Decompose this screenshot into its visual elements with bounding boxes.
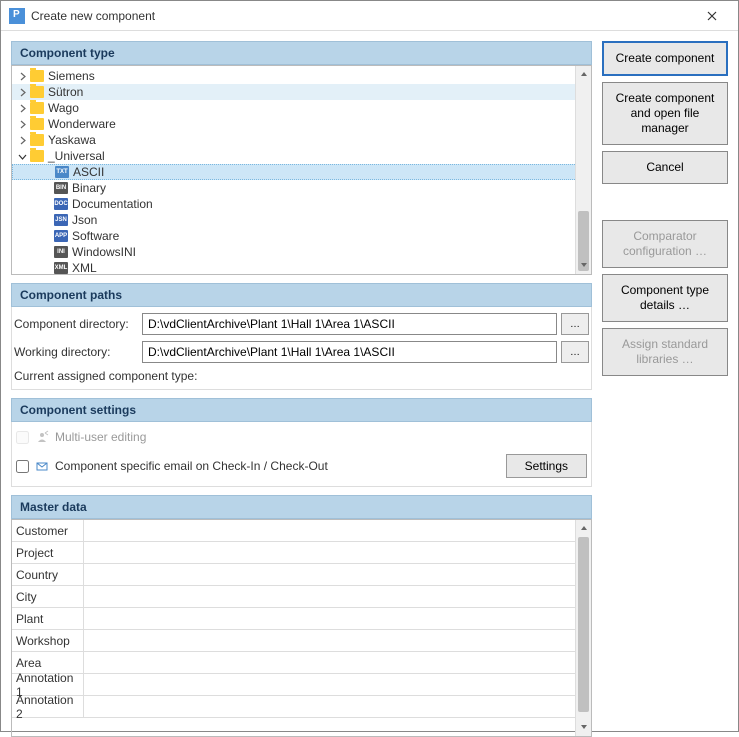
tree-item-ascii[interactable]: TXT ASCII [12,164,591,180]
component-details-button[interactable]: Component type details … [602,274,728,322]
master-field-label: City [12,586,84,607]
tree-label: Sütron [48,85,83,99]
tree-item-documentation[interactable]: DOC Documentation [12,196,591,212]
component-type-tree[interactable]: Siemens Sütron Wago Wonderware Yaskawa _Unive… [11,65,592,275]
file-type-icon: DOC [54,198,68,210]
tree-item-windowsini[interactable]: INI WindowsINI [12,244,591,260]
tree-label: Documentation [72,197,153,211]
folder-icon [30,150,44,162]
tree-item-binary[interactable]: BIN Binary [12,180,591,196]
tree-label: _Universal [48,149,105,163]
master-row-country[interactable]: Country [12,564,591,586]
working-directory-label: Working directory: [14,345,138,359]
section-header-component-type: Component type [11,41,592,65]
master-row-project[interactable]: Project [12,542,591,564]
folder-icon [30,118,44,130]
create-and-open-button[interactable]: Create component and open file manager [602,82,728,145]
tree-folder-sütron[interactable]: Sütron [12,84,591,100]
component-directory-label: Component directory: [14,317,138,331]
master-scrollbar[interactable] [575,520,591,736]
chevron-right-icon[interactable] [16,102,28,114]
master-row-annotation-2[interactable]: Annotation 2 [12,696,591,718]
chevron-right-icon[interactable] [16,118,28,130]
file-type-icon: XML [54,262,68,274]
tree-label: Json [72,213,97,227]
browse-component-dir-button[interactable]: … [561,313,589,335]
cancel-button[interactable]: Cancel [602,151,728,184]
email-icon [35,459,49,473]
tree-scrollbar[interactable] [575,66,591,274]
master-field-label: Customer [12,520,84,541]
assigned-type-label: Current assigned component type: [14,369,197,383]
folder-icon [30,134,44,146]
multi-user-checkbox [16,431,29,444]
master-row-area[interactable]: Area [12,652,591,674]
master-field-label: Plant [12,608,84,629]
chevron-right-icon[interactable] [16,70,28,82]
file-type-icon: JSN [54,214,68,226]
tree-label: Wonderware [48,117,116,131]
file-type-icon: BIN [54,182,68,194]
folder-icon [30,70,44,82]
chevron-right-icon[interactable] [16,134,28,146]
scroll-up-arrow[interactable] [577,67,591,81]
tree-folder-universal[interactable]: _Universal [12,148,591,164]
folder-icon [30,102,44,114]
master-scrollbar-thumb[interactable] [578,537,589,712]
tree-item-json[interactable]: JSN Json [12,212,591,228]
master-row-workshop[interactable]: Workshop [12,630,591,652]
folder-icon [30,86,44,98]
file-type-icon: TXT [55,166,69,178]
create-component-button[interactable]: Create component [602,41,728,76]
tree-label: ASCII [73,165,104,179]
tree-folder-siemens[interactable]: Siemens [12,68,591,84]
tree-label: Binary [72,181,106,195]
master-field-label: Annotation 2 [12,696,84,717]
close-button[interactable] [694,3,730,29]
chevron-down-icon[interactable] [16,150,28,162]
tree-label: WindowsINI [72,245,136,259]
multi-user-icon [35,430,49,444]
file-type-icon: INI [54,246,68,258]
email-check-checkbox[interactable] [16,460,29,473]
tree-label: Siemens [48,69,95,83]
master-field-label: Project [12,542,84,563]
assign-libraries-button[interactable]: Assign standard libraries … [602,328,728,376]
section-header-component-settings: Component settings [11,398,592,422]
master-data-grid[interactable]: CustomerProjectCountryCityPlantWorkshopA… [11,519,592,737]
master-row-annotation-1[interactable]: Annotation 1 [12,674,591,696]
tree-label: Yaskawa [48,133,96,147]
tree-folder-wonderware[interactable]: Wonderware [12,116,591,132]
email-check-label: Component specific email on Check-In / C… [55,459,328,473]
file-type-icon: APP [54,230,68,242]
close-icon [707,11,717,21]
master-row-customer[interactable]: Customer [12,520,591,542]
chevron-right-icon[interactable] [16,86,28,98]
master-row-plant[interactable]: Plant [12,608,591,630]
tree-label: XML [72,261,97,274]
dialog-title: Create new component [31,9,694,23]
email-settings-button[interactable]: Settings [506,454,587,478]
master-field-label: Country [12,564,84,585]
master-scroll-down[interactable] [577,720,591,734]
app-icon [9,8,25,24]
tree-label: Wago [48,101,79,115]
tree-folder-yaskawa[interactable]: Yaskawa [12,132,591,148]
multi-user-label: Multi-user editing [55,430,146,444]
master-row-city[interactable]: City [12,586,591,608]
scroll-down-arrow[interactable] [577,258,591,272]
section-header-component-paths: Component paths [11,283,592,307]
tree-item-software[interactable]: APP Software [12,228,591,244]
tree-label: Software [72,229,119,243]
component-directory-input[interactable] [142,313,557,335]
tree-item-xml[interactable]: XML XML [12,260,591,274]
master-scroll-up[interactable] [577,521,591,535]
section-header-master-data: Master data [11,495,592,519]
master-field-label: Workshop [12,630,84,651]
browse-working-dir-button[interactable]: … [561,341,589,363]
comparator-config-button[interactable]: Comparator configuration … [602,220,728,268]
tree-folder-wago[interactable]: Wago [12,100,591,116]
working-directory-input[interactable] [142,341,557,363]
